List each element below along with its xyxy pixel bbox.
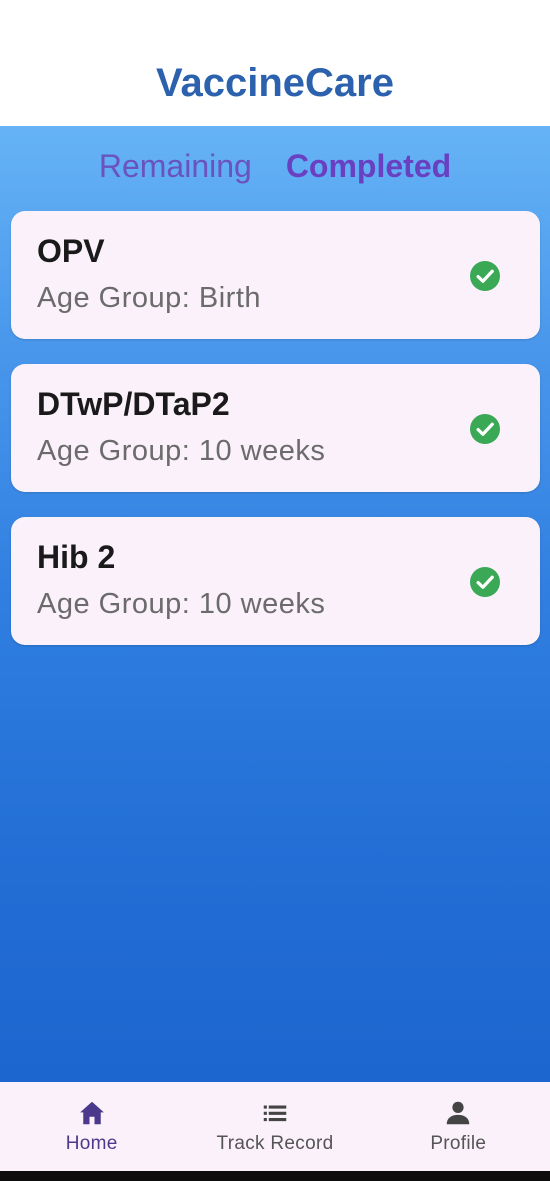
vaccine-name: OPV bbox=[37, 233, 105, 269]
nav-item-track-record[interactable]: Track Record bbox=[183, 1082, 366, 1171]
app-screen: VaccineCare Remaining Completed OPV Age … bbox=[0, 0, 550, 1181]
tab-completed[interactable]: Completed bbox=[286, 148, 451, 185]
app-header: VaccineCare bbox=[0, 0, 550, 126]
app-title: VaccineCare bbox=[156, 60, 394, 105]
bottom-navigation: Home Track Record Profile bbox=[0, 1082, 550, 1171]
person-icon bbox=[447, 1101, 470, 1125]
nav-label-home: Home bbox=[65, 1133, 118, 1154]
vaccine-card[interactable]: Hib 2 Age Group: 10 weeks bbox=[11, 517, 540, 645]
nav-item-profile[interactable]: Profile bbox=[367, 1082, 550, 1171]
nav-label-track-record: Track Record bbox=[216, 1133, 334, 1154]
check-circle-icon bbox=[470, 567, 500, 597]
status-tabs: Remaining Completed bbox=[0, 126, 550, 206]
vaccine-card[interactable]: OPV Age Group: Birth bbox=[11, 211, 540, 339]
vaccine-card[interactable]: DTwP/DTaP2 Age Group: 10 weeks bbox=[11, 364, 540, 492]
vaccine-age-group: Age Group: 10 weeks bbox=[37, 588, 326, 620]
main-content: Remaining Completed OPV Age Group: Birth… bbox=[0, 126, 550, 1082]
vaccine-name: DTwP/DTaP2 bbox=[37, 386, 230, 422]
vaccine-age-group: Age Group: 10 weeks bbox=[37, 435, 326, 467]
system-bottom-bar bbox=[0, 1171, 550, 1181]
vaccine-list: OPV Age Group: Birth DTwP/DTaP2 Age Grou… bbox=[0, 206, 550, 645]
tab-remaining[interactable]: Remaining bbox=[99, 148, 252, 185]
vaccine-name: Hib 2 bbox=[37, 539, 116, 575]
check-circle-icon bbox=[470, 414, 500, 444]
list-icon bbox=[263, 1105, 287, 1122]
home-icon bbox=[79, 1101, 104, 1125]
check-circle-icon bbox=[470, 261, 500, 291]
nav-item-home[interactable]: Home bbox=[0, 1082, 183, 1171]
nav-label-profile: Profile bbox=[430, 1133, 487, 1154]
vaccine-age-group: Age Group: Birth bbox=[37, 282, 261, 314]
